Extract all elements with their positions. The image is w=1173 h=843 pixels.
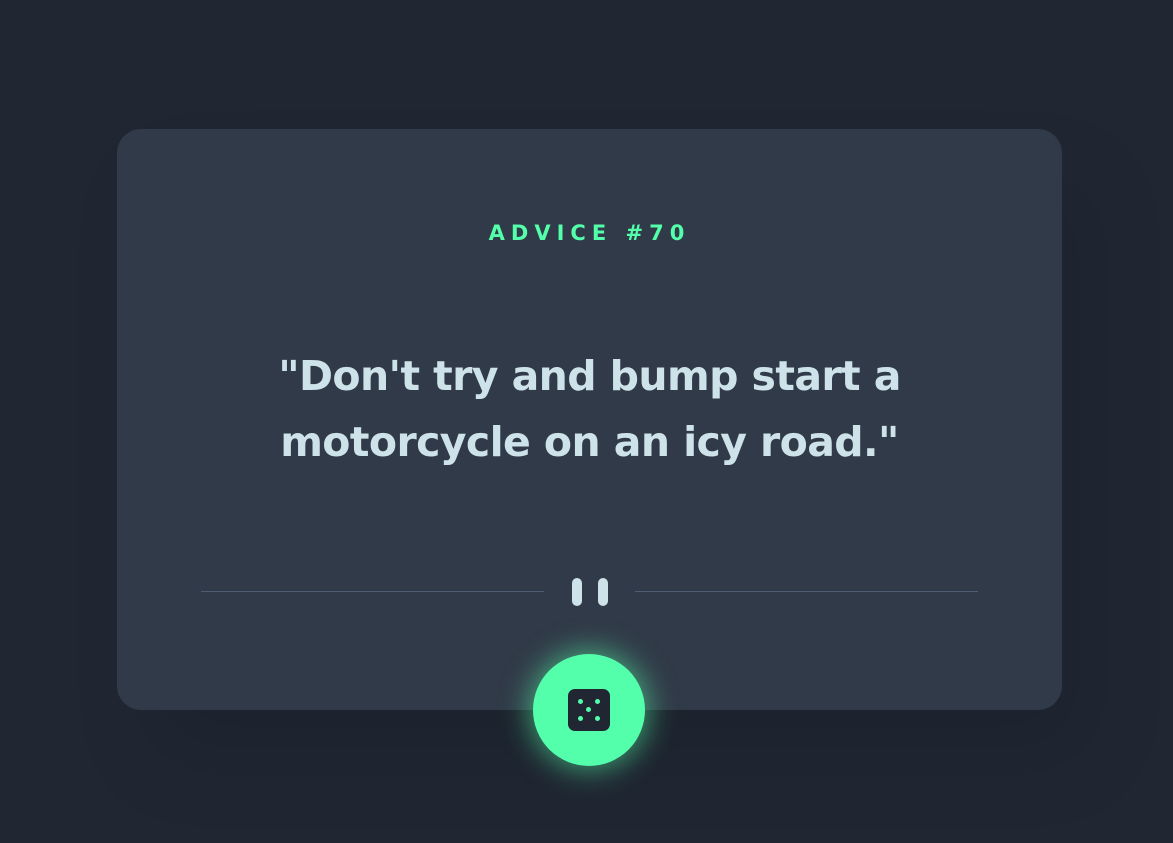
divider-line-left bbox=[201, 591, 544, 592]
pause-bar-left bbox=[572, 578, 582, 606]
dice-pip bbox=[578, 716, 583, 721]
pause-bar-right bbox=[598, 578, 608, 606]
advice-card: ADVICE #70 "Don't try and bump start a m… bbox=[117, 129, 1062, 710]
generate-advice-button[interactable] bbox=[533, 654, 645, 766]
advice-quote: "Don't try and bump start a motorcycle o… bbox=[278, 352, 901, 466]
advice-id-heading: ADVICE #70 bbox=[488, 221, 691, 245]
divider-line-right bbox=[635, 591, 978, 592]
pause-divider-icon bbox=[572, 578, 608, 606]
dice-icon bbox=[568, 689, 610, 731]
dice-pip bbox=[586, 707, 591, 712]
dice-pip bbox=[595, 699, 600, 704]
dice-pip bbox=[595, 716, 600, 721]
dice-pip bbox=[578, 699, 583, 704]
divider bbox=[201, 577, 978, 607]
